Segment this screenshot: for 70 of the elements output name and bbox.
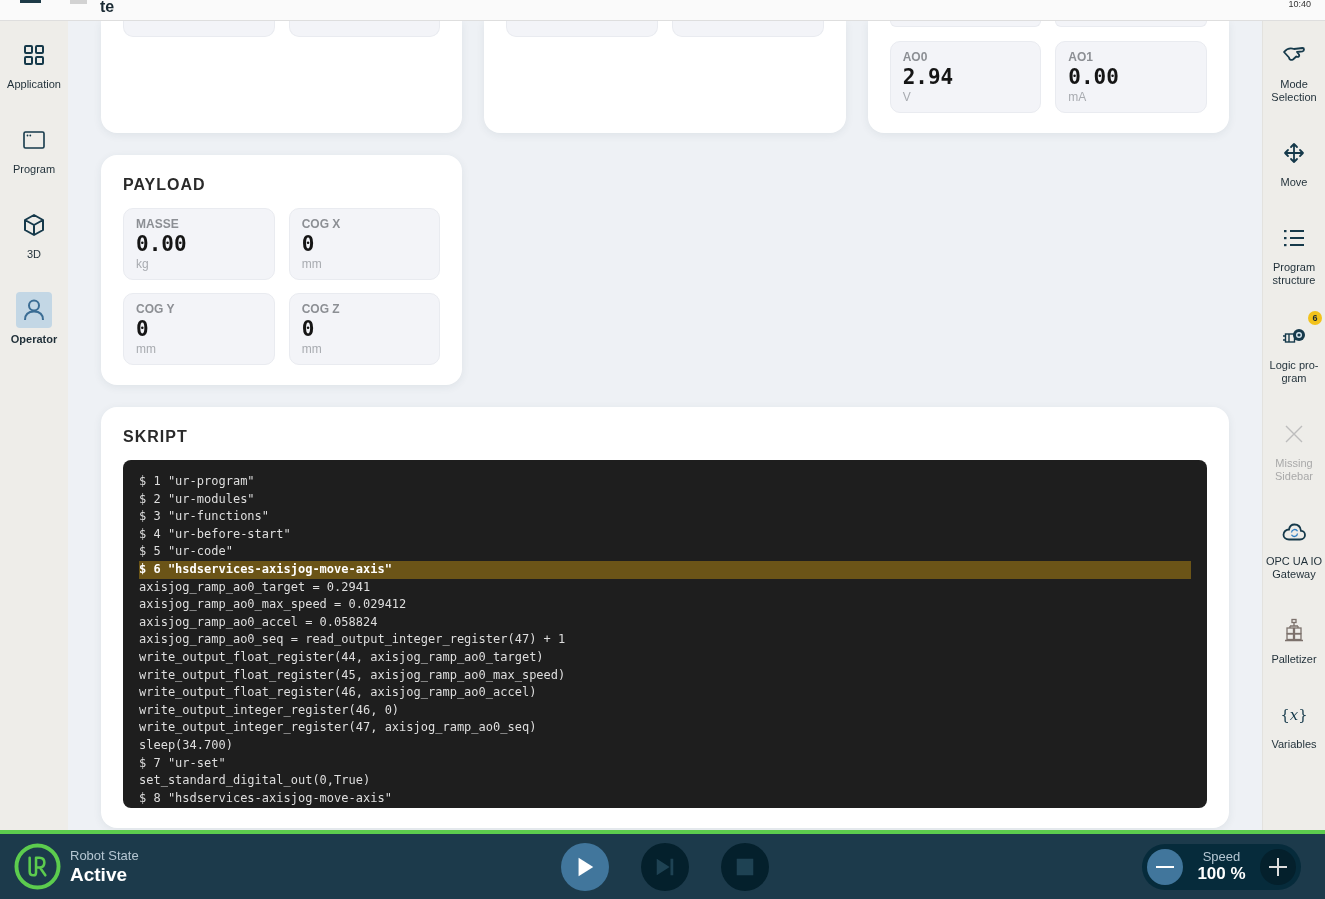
card-title: SKRIPT bbox=[123, 427, 188, 447]
code-line: write_output_float_register(45, axisjog_ramp_ao0_max_speed) bbox=[139, 666, 566, 684]
minus-icon bbox=[1156, 865, 1174, 868]
field-value: 0 bbox=[301, 316, 315, 342]
variable-symbol-icon: {x} bbox=[1280, 706, 1308, 724]
speed-label: Speed bbox=[1202, 849, 1241, 864]
code-line: $ 5 "ur-code" bbox=[139, 543, 233, 561]
field-value: 0 bbox=[301, 231, 315, 257]
code-line: axisjog_ramp_ao0_accel = 0.058824 bbox=[139, 613, 378, 631]
play-button[interactable] bbox=[561, 842, 609, 891]
move-arrows-icon bbox=[1282, 141, 1306, 165]
field-label: AO0 bbox=[902, 50, 928, 64]
code-line: $ 4 "ur-before-start" bbox=[139, 525, 291, 543]
nav-item[interactable]: Program bbox=[3, 122, 65, 176]
grid-icon bbox=[22, 43, 46, 67]
code-line: $ 2 "ur-modules" bbox=[139, 490, 255, 508]
field-unit: V bbox=[902, 90, 911, 104]
plus-icon bbox=[1269, 857, 1287, 876]
code-line: axisjog_ramp_ao0_target = 0.2941 bbox=[139, 578, 371, 596]
clock-time: 10:40 bbox=[1288, 0, 1311, 9]
code-line: axisjog_ramp_ao0_seq = read_output_integer_register(47) + 1 bbox=[139, 631, 566, 649]
robot-state-label: Robot State bbox=[70, 847, 139, 864]
sidebar-item[interactable]: Program structure bbox=[1263, 213, 1325, 287]
pallet-boxes-icon bbox=[1282, 618, 1306, 642]
nav-item[interactable]: 3D bbox=[3, 207, 65, 261]
card-title: PAYLOAD bbox=[123, 175, 206, 195]
nav-item[interactable]: Application bbox=[3, 37, 65, 91]
field-value: 0.00 bbox=[136, 231, 187, 257]
speed-decrease-button[interactable] bbox=[1147, 848, 1183, 885]
sidebar-item[interactable]: {x} Variables bbox=[1263, 690, 1325, 751]
field-label: COG Y bbox=[136, 302, 175, 316]
field-label: COG Z bbox=[301, 302, 340, 316]
code-line: write_output_float_register(44, axisjog_ramp_ao0_target) bbox=[139, 648, 544, 666]
code-line: set_standard_digital_out(0,True) bbox=[139, 772, 371, 790]
field-unit: mm bbox=[301, 257, 322, 271]
sidebar-item[interactable]: Palletizer bbox=[1263, 605, 1325, 666]
code-line: write_output_integer_register(46, 0) bbox=[139, 701, 400, 719]
code-line: $ 7 "ur-set" bbox=[139, 754, 226, 772]
tile-icon[interactable] bbox=[70, 0, 87, 4]
robot-state-value: Active bbox=[70, 863, 128, 886]
cube-icon bbox=[22, 213, 46, 237]
field-unit: mA bbox=[1068, 90, 1087, 104]
field-label: COG X bbox=[301, 217, 341, 231]
code-line: axisjog_ramp_ao0_max_speed = 0.029412 bbox=[139, 596, 407, 614]
sidebar-item[interactable]: Mode Selection bbox=[1263, 30, 1325, 104]
nav-item[interactable]: Operator bbox=[3, 292, 65, 346]
sidebar-item[interactable]: OPC UA IO Gateway bbox=[1263, 507, 1325, 581]
window-icon bbox=[22, 128, 46, 152]
field-unit: kg bbox=[136, 257, 149, 271]
field-unit: mm bbox=[301, 342, 322, 356]
page-title: te bbox=[100, 0, 115, 14]
field-label: MASSE bbox=[136, 217, 179, 231]
field-value: 0 bbox=[136, 316, 149, 342]
notification-badge: 6 bbox=[1308, 311, 1322, 325]
person-icon bbox=[16, 292, 52, 328]
field-unit: mm bbox=[136, 342, 156, 356]
bar-icon[interactable] bbox=[20, 0, 41, 3]
sidebar-item[interactable]: 6 Logic pro-gram bbox=[1263, 311, 1325, 385]
sidebar-item[interactable]: Move bbox=[1263, 128, 1325, 189]
code-line: $ 3 "ur-functions" bbox=[139, 508, 270, 526]
field-value: 2.94 bbox=[902, 64, 954, 90]
speed-value: 100 % bbox=[1197, 864, 1246, 884]
code-line: write_output_integer_register(47, axisjog_ramp_ao0_seq) bbox=[139, 719, 537, 737]
field-label: AO1 bbox=[1068, 50, 1093, 64]
code-line: sleep(34.700) bbox=[139, 736, 233, 754]
code-line: $ 1 "ur-program" bbox=[139, 473, 255, 490]
code-line: $ 8 "hsdservices-axisjog-move-axis" bbox=[139, 789, 392, 807]
field-value: 0.00 bbox=[1068, 64, 1119, 90]
code-line: write_output_float_register(46, axisjog_ramp_ao0_accel) bbox=[139, 684, 537, 702]
robot-logo-icon bbox=[14, 843, 61, 890]
